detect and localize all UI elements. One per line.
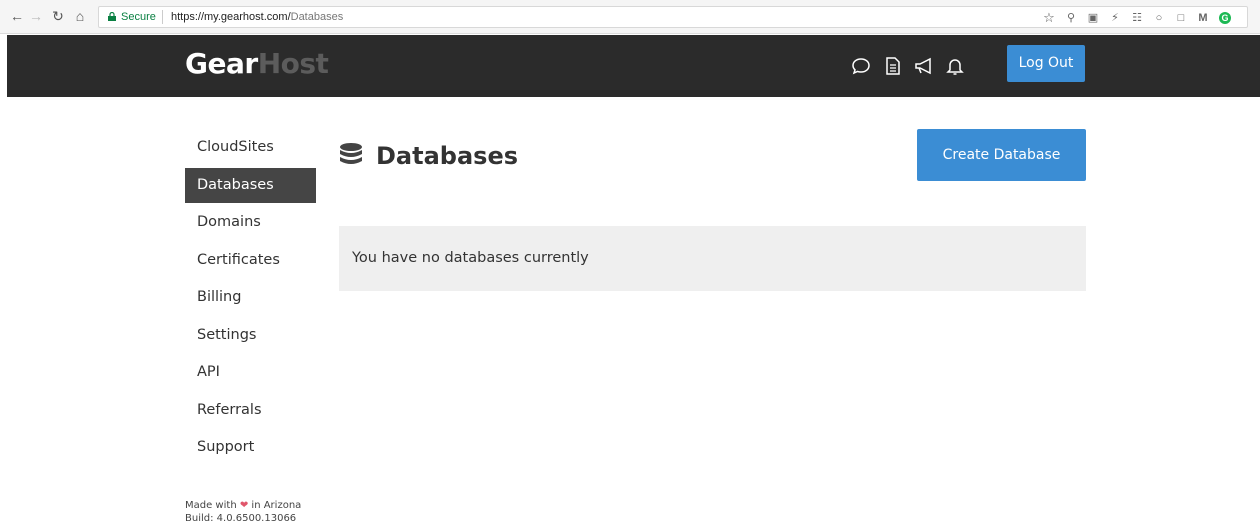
reload-icon[interactable]: ↻	[50, 8, 66, 24]
sidebar-item-domains[interactable]: Domains	[185, 205, 316, 240]
bolt-icon[interactable]: ⚡	[1109, 12, 1121, 24]
lock-icon	[108, 12, 116, 21]
star-icon[interactable]: ☆	[1043, 11, 1055, 24]
chat-icon[interactable]	[850, 55, 872, 77]
forward-arrow-icon[interactable]: →	[28, 8, 44, 24]
sidebar-item-api[interactable]: API	[185, 355, 316, 390]
sidebar-item-certificates[interactable]: Certificates	[185, 243, 316, 278]
footer-made-with: Made with ❤ in Arizona	[185, 499, 301, 512]
sidebar-item-billing[interactable]: Billing	[185, 280, 316, 315]
sidebar-item-cloudsites[interactable]: CloudSites	[185, 130, 316, 165]
logout-button[interactable]: Log Out	[1007, 45, 1085, 82]
create-database-button[interactable]: Create Database	[917, 129, 1086, 181]
grammarly-icon[interactable]: G	[1219, 12, 1231, 24]
megaphone-icon[interactable]	[913, 55, 935, 77]
square-icon[interactable]: □	[1175, 12, 1187, 24]
page-title: Databases	[376, 142, 519, 170]
translate-icon[interactable]: ☷	[1131, 12, 1143, 24]
gearhost-logo[interactable]: GearHost	[185, 47, 329, 80]
logo-secondary: Host	[257, 47, 329, 80]
back-arrow-icon[interactable]: ←	[9, 8, 25, 24]
browser-toolbar: ← → ↻ ⌂ Secure https://my.gearhost.com/D…	[0, 0, 1260, 34]
site-header: GearHost Log Out	[7, 35, 1260, 97]
sidebar-item-referrals[interactable]: Referrals	[185, 393, 316, 428]
url-path: Databases	[290, 11, 344, 23]
database-icon	[340, 143, 362, 164]
search-icon[interactable]: ⚲	[1065, 12, 1077, 24]
location-text: in Arizona	[251, 500, 302, 511]
empty-state-message: You have no databases currently	[352, 250, 589, 266]
circle-icon[interactable]: ○	[1153, 12, 1165, 24]
made-with-text: Made with	[185, 500, 237, 511]
url-separator	[162, 10, 163, 24]
screenshot-icon[interactable]: ▣	[1087, 12, 1099, 24]
sidebar-item-settings[interactable]: Settings	[185, 318, 316, 353]
bell-icon[interactable]	[944, 55, 966, 77]
secure-label: Secure	[121, 11, 156, 23]
document-icon[interactable]	[882, 55, 904, 77]
sidebar-item-support[interactable]: Support	[185, 430, 316, 465]
empty-state-panel: You have no databases currently	[339, 226, 1086, 291]
url-text[interactable]: https://my.gearhost.com/Databases	[171, 7, 343, 27]
extension-icons: ☆ ⚲ ▣ ⚡ ☷ ○ □ M G	[1043, 11, 1231, 25]
address-bar[interactable]: Secure https://my.gearhost.com/Databases…	[98, 6, 1248, 28]
sidebar-nav: CloudSites Databases Domains Certificate…	[185, 130, 316, 468]
logo-primary: Gear	[185, 47, 258, 80]
url-host: https://my.gearhost.com/	[171, 11, 291, 23]
heart-icon: ❤	[239, 500, 249, 511]
m-icon[interactable]: M	[1197, 12, 1209, 24]
footer: Made with ❤ in Arizona Build: 4.0.6500.1…	[185, 499, 301, 525]
sidebar-item-databases[interactable]: Databases	[185, 167, 316, 203]
build-version: Build: 4.0.6500.13066	[185, 513, 297, 524]
home-icon[interactable]: ⌂	[72, 8, 88, 24]
